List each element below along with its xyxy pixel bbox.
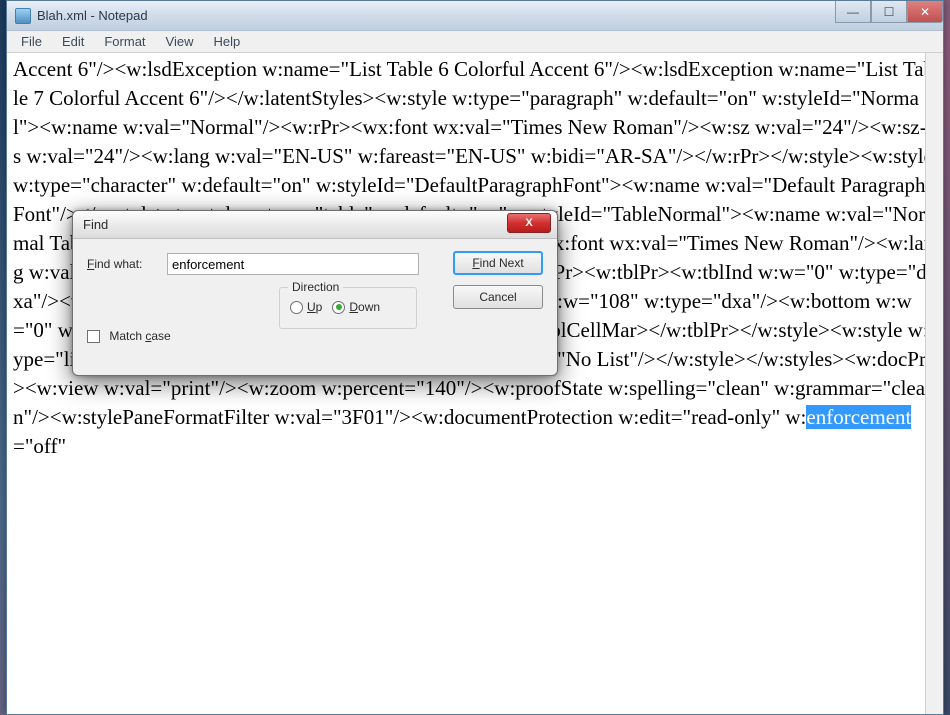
menu-view[interactable]: View — [156, 32, 204, 51]
doc-post: ="off" — [13, 434, 71, 458]
direction-legend: Direction — [288, 280, 343, 294]
close-button[interactable]: ✕ — [907, 1, 943, 23]
find-dialog-title: Find — [83, 217, 108, 232]
menu-file[interactable]: File — [11, 32, 52, 51]
radio-down-icon — [332, 301, 345, 314]
match-case-checkbox[interactable] — [87, 330, 100, 343]
match-case-label: Match case — [109, 329, 170, 343]
find-what-label: Find what: — [87, 257, 167, 271]
cancel-button[interactable]: Cancel — [453, 285, 543, 309]
radio-up-icon — [290, 301, 303, 314]
menu-help[interactable]: Help — [203, 32, 250, 51]
find-next-button[interactable]: Find Next — [453, 251, 543, 275]
menubar: File Edit Format View Help — [7, 31, 943, 53]
find-dialog-body: Find what: Find Next Cancel Direction Up… — [73, 239, 557, 375]
find-close-button[interactable]: X — [507, 213, 551, 233]
find-titlebar[interactable]: Find X — [73, 211, 557, 239]
find-dialog: Find X Find what: Find Next Cancel Direc… — [72, 210, 558, 376]
doc-selection: enforcement — [806, 405, 911, 429]
titlebar[interactable]: Blah.xml - Notepad — ☐ ✕ — [7, 1, 943, 31]
vertical-scrollbar[interactable] — [925, 53, 943, 714]
maximize-button[interactable]: ☐ — [871, 1, 907, 23]
menu-edit[interactable]: Edit — [52, 32, 94, 51]
direction-group: Direction Up Down — [279, 287, 417, 329]
window-controls: — ☐ ✕ — [835, 1, 943, 23]
match-case-row[interactable]: Match case — [87, 329, 171, 343]
menu-format[interactable]: Format — [94, 32, 155, 51]
direction-up[interactable]: Up — [290, 300, 322, 314]
direction-down[interactable]: Down — [332, 300, 380, 314]
find-what-row: Find what: — [87, 253, 419, 275]
minimize-button[interactable]: — — [835, 1, 871, 23]
text-area[interactable]: Accent 6"/><w:lsdException w:name="List … — [7, 53, 943, 714]
find-what-input[interactable] — [167, 253, 419, 275]
notepad-icon — [15, 8, 31, 24]
window-title: Blah.xml - Notepad — [37, 8, 148, 23]
